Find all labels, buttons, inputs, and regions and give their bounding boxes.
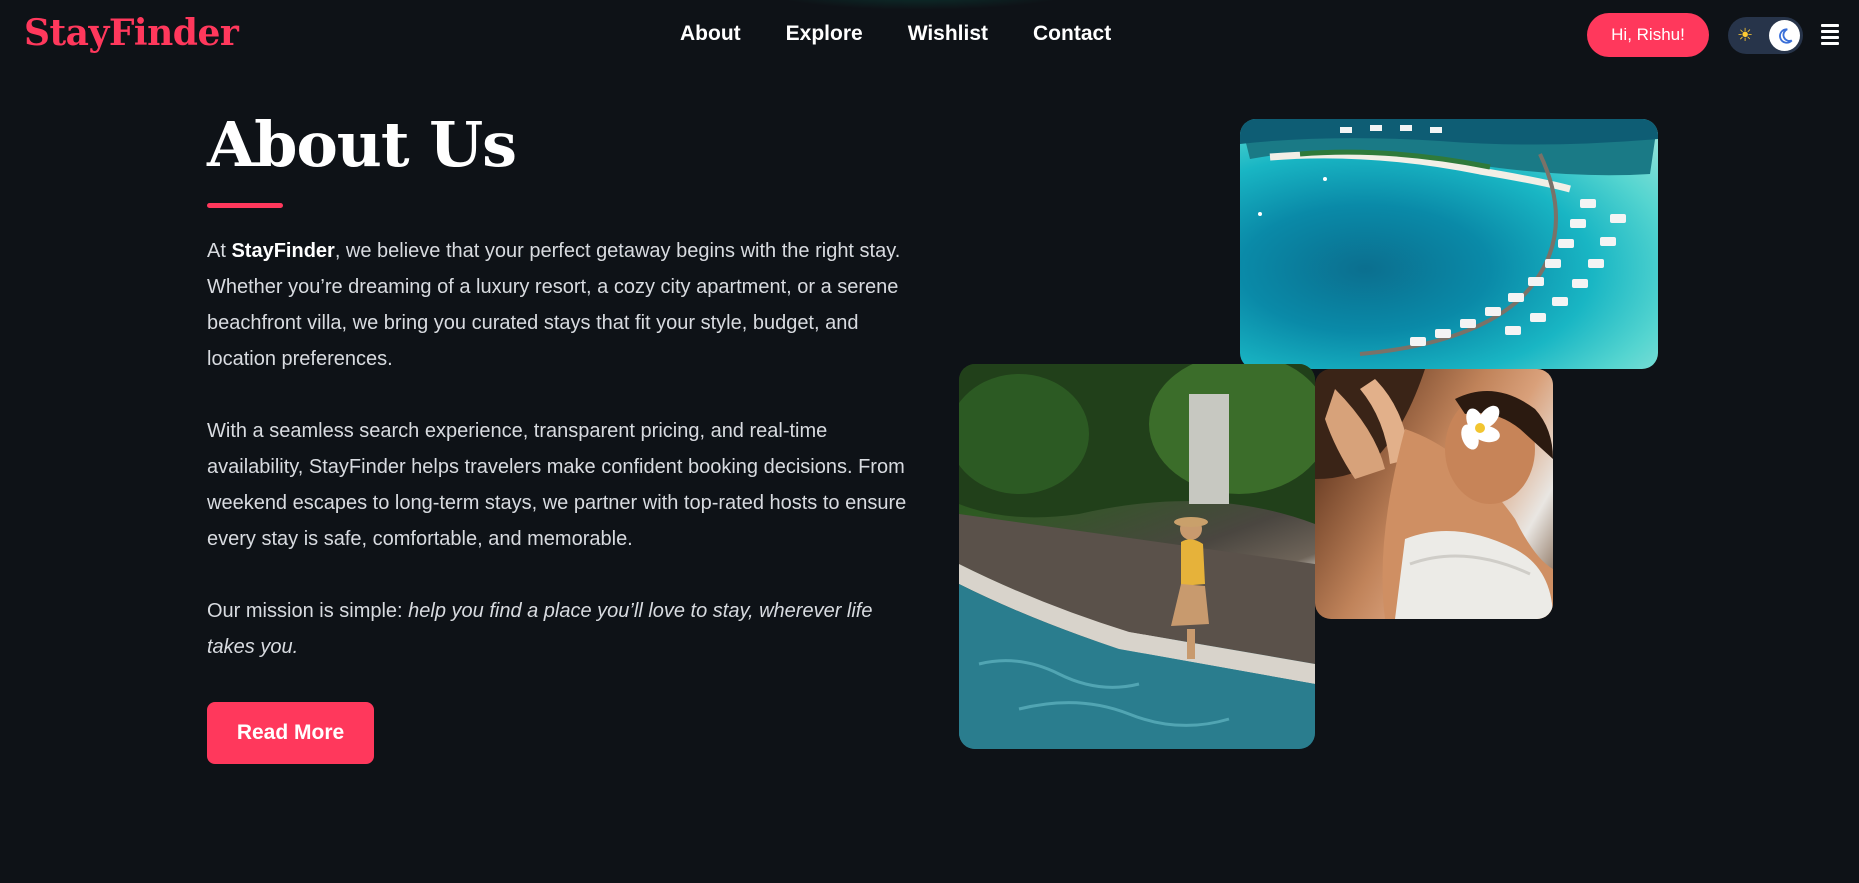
- title-underline: [207, 203, 283, 208]
- page-title: About Us: [207, 108, 517, 181]
- sun-icon: ☀: [1737, 25, 1754, 45]
- island-resort-image: [1240, 119, 1658, 369]
- header-glow: [760, 0, 1080, 10]
- nav-link-about[interactable]: About: [680, 22, 741, 46]
- spa-massage-image: [1315, 369, 1553, 619]
- p1-brand: StayFinder: [231, 240, 335, 262]
- brand-logo[interactable]: StayFinder: [24, 12, 239, 54]
- toggle-knob: [1769, 20, 1800, 51]
- read-more-button[interactable]: Read More: [207, 702, 374, 764]
- about-paragraph-1: At StayFinder, we believe that your perf…: [207, 233, 907, 377]
- mission-paragraph: Our mission is simple: help you find a p…: [207, 593, 907, 665]
- pool-illustration: [959, 364, 1315, 749]
- nav-link-contact[interactable]: Contact: [1033, 22, 1111, 46]
- mission-prefix: Our mission is simple:: [207, 600, 409, 622]
- user-greeting-button[interactable]: Hi, Rishu!: [1587, 13, 1709, 57]
- moon-icon: [1778, 27, 1792, 44]
- nav-link-wishlist[interactable]: Wishlist: [908, 22, 988, 46]
- theme-toggle[interactable]: ☀: [1728, 17, 1803, 54]
- about-paragraph-2: With a seamless search experience, trans…: [207, 420, 907, 550]
- island-resort-illustration: [1240, 119, 1658, 356]
- nav-link-explore[interactable]: Explore: [786, 22, 863, 46]
- p1-prefix: At: [207, 240, 232, 262]
- pool-relaxation-image: [959, 364, 1315, 749]
- spa-illustration: [1315, 369, 1553, 619]
- menu-icon[interactable]: [1821, 24, 1839, 46]
- top-navigation-bar: StayFinder About Explore Wishlist Contac…: [0, 0, 1859, 72]
- main-nav: About Explore Wishlist Contact: [680, 22, 1111, 46]
